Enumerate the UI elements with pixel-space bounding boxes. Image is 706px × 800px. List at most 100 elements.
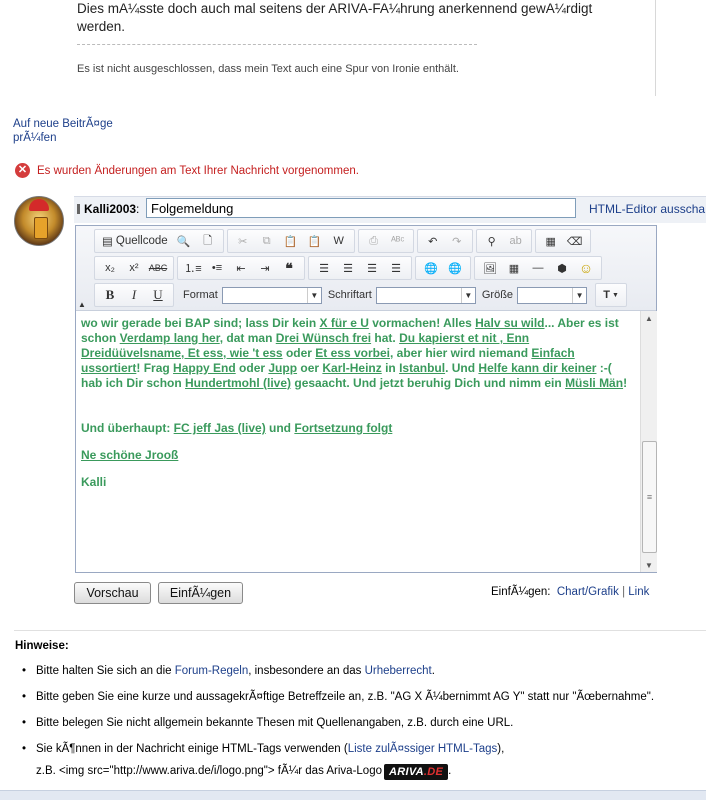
check-new-posts-link[interactable]: Auf neue BeitrÃ¤ge prÃ¼fen: [13, 117, 133, 145]
content-text: oder: [235, 361, 269, 375]
format-label: Format: [183, 289, 218, 301]
superscript-button[interactable]: x²: [122, 258, 146, 278]
horizontal-rule-button[interactable]: —: [526, 258, 550, 278]
format-select[interactable]: ▼: [221, 286, 322, 304]
undo-button[interactable]: ↶: [421, 231, 445, 251]
globe-link-icon: 🌐: [424, 262, 438, 275]
html-editor-toggle-link[interactable]: HTML-Editor ausscha: [589, 202, 705, 216]
font-select[interactable]: ▼: [375, 286, 476, 304]
content-link[interactable]: Helfe kann dir keiner: [478, 361, 596, 375]
source-button[interactable]: ▤ Quellcode: [98, 231, 172, 251]
cube-icon: ⬢: [557, 262, 567, 275]
insert-links: EinfÃ¼gen: Chart/Grafik | Link: [491, 586, 649, 598]
unlink-button[interactable]: 🌐: [443, 258, 467, 278]
insert-table-button[interactable]: ▦: [502, 258, 526, 278]
username: Kalli2003:: [84, 202, 140, 216]
insert-chart-link[interactable]: Chart/Grafik: [557, 586, 619, 598]
collapse-toolbar-icon[interactable]: ▲: [78, 300, 86, 309]
print-button[interactable]: ⎙: [362, 231, 386, 251]
smiley-button[interactable]: ☺: [574, 258, 598, 278]
preview-button[interactable]: Vorschau: [74, 582, 151, 604]
cut-button[interactable]: ✂: [231, 231, 255, 251]
hint-item: • Bitte belegen Sie nicht allgemein beka…: [22, 717, 514, 729]
grip-icon: ≡: [646, 492, 653, 502]
size-select[interactable]: ▼: [517, 286, 588, 304]
content-text: , dat man: [219, 331, 276, 345]
select-all-button[interactable]: ▦: [539, 231, 563, 251]
content-link[interactable]: Müsli Män: [565, 376, 623, 390]
content-link[interactable]: Et ess vorbei: [315, 346, 390, 360]
underline-button[interactable]: U: [146, 285, 170, 305]
text-color-button[interactable]: T ▼: [599, 285, 623, 305]
size-label: Größe: [481, 289, 514, 301]
content-link[interactable]: X für e U: [320, 316, 369, 330]
bold-button[interactable]: B: [98, 285, 122, 305]
find-button[interactable]: ⚲: [480, 231, 504, 251]
html-tags-link[interactable]: Liste zulÃ¤ssiger HTML-Tags: [348, 743, 498, 755]
preview-doc-button[interactable]: 🔍: [172, 231, 196, 251]
content-link[interactable]: Halv su wild: [475, 316, 544, 330]
content-link[interactable]: Hundertmohl (live): [185, 376, 291, 390]
subscript-button[interactable]: x₂: [98, 258, 122, 278]
justify-button[interactable]: ☰: [384, 258, 408, 278]
paste-text-button[interactable]: 📋: [303, 231, 327, 251]
strikethrough-button[interactable]: ABC: [146, 258, 170, 278]
paste-word-button[interactable]: W: [327, 231, 351, 251]
align-center-button[interactable]: ☰: [336, 258, 360, 278]
insert-label: EinfÃ¼gen:: [491, 586, 551, 598]
editor-content[interactable]: wo wir gerade bei BAP sind; lass Dir kei…: [81, 316, 631, 490]
insert-link-link[interactable]: Link: [628, 586, 649, 598]
subject-input[interactable]: [146, 198, 576, 218]
copy-button[interactable]: ⧉: [255, 231, 279, 251]
content-link[interactable]: Happy End: [173, 361, 236, 375]
italic-button[interactable]: I: [122, 285, 146, 305]
copyright-link[interactable]: Urheberrecht: [365, 665, 432, 677]
blockquote-button[interactable]: ❝: [277, 258, 301, 278]
divider: [14, 630, 706, 631]
content-link[interactable]: Karl-Heinz: [322, 361, 381, 375]
content-link[interactable]: Verdamp lang her: [120, 331, 220, 345]
change-warning: ✕ Es wurden Änderungen am Text Ihrer Nac…: [15, 163, 359, 178]
clipboard-icon: 📋: [283, 235, 298, 248]
insert-image-button[interactable]: 🖼: [478, 258, 502, 278]
content-link[interactable]: Istanbul: [399, 361, 445, 375]
insert-button[interactable]: EinfÃ¼gen: [158, 582, 243, 604]
eraser-icon: ⌫: [566, 235, 583, 248]
replace-button[interactable]: ab: [504, 231, 528, 251]
content-link[interactable]: Ne schöne Jrooß: [81, 448, 178, 462]
content-link[interactable]: Drei Wünsch frei: [276, 331, 371, 345]
redo-button[interactable]: ↷: [445, 231, 469, 251]
content-link[interactable]: FC jeff Jas (live): [174, 421, 266, 435]
scroll-down-icon[interactable]: ▼: [641, 558, 657, 572]
bullet-list-button[interactable]: •≡: [205, 258, 229, 278]
italic-icon: I: [131, 287, 137, 302]
indent-button[interactable]: ⇥: [253, 258, 277, 278]
new-page-button[interactable]: 🗋: [196, 231, 220, 251]
align-left-button[interactable]: ☰: [312, 258, 336, 278]
image-icon: 🖼: [483, 262, 497, 275]
signoff-text: Kalli: [81, 475, 107, 489]
special-char-button[interactable]: ⬢: [550, 258, 574, 278]
forum-rules-link[interactable]: Forum-Regeln: [175, 665, 249, 677]
insert-link-button[interactable]: 🌐: [419, 258, 443, 278]
scroll-up-icon[interactable]: ▲: [641, 311, 657, 325]
outdent-button[interactable]: ⇤: [229, 258, 253, 278]
santa-hat-icon: [29, 199, 49, 211]
chevron-down-icon: ▼: [572, 287, 586, 303]
paste-button[interactable]: 📋: [279, 231, 303, 251]
clipboard-text-icon: 📋: [307, 235, 322, 248]
scroll-thumb[interactable]: ≡: [642, 441, 657, 553]
align-right-button[interactable]: ☰: [360, 258, 384, 278]
quote-icon: ❝: [285, 259, 293, 276]
paragraph-1: wo wir gerade bei BAP sind; lass Dir kei…: [81, 316, 631, 391]
content-link[interactable]: Fortsetzung folgt: [294, 421, 392, 435]
editor-toolbar: ▤ Quellcode 🔍 🗋 ✂ ⧉ 📋 📋 W ⎙ ᴬᴮᶜ ↶ ↷ ⚲ ab…: [76, 226, 656, 311]
numbered-list-button[interactable]: ⒈≡: [181, 258, 205, 278]
spellcheck-button[interactable]: ᴬᴮᶜ: [386, 231, 410, 251]
remove-format-button[interactable]: ⌫: [563, 231, 587, 251]
ariva-logo: ARIVA.DE: [384, 764, 449, 780]
editor-scrollbar[interactable]: ▲ ≡ ▼: [640, 311, 657, 572]
bullet-icon: •: [22, 717, 27, 729]
quoted-text: Dies mA¼sste doch auch mal seitens der A…: [77, 1, 593, 34]
content-link[interactable]: Jupp: [268, 361, 297, 375]
